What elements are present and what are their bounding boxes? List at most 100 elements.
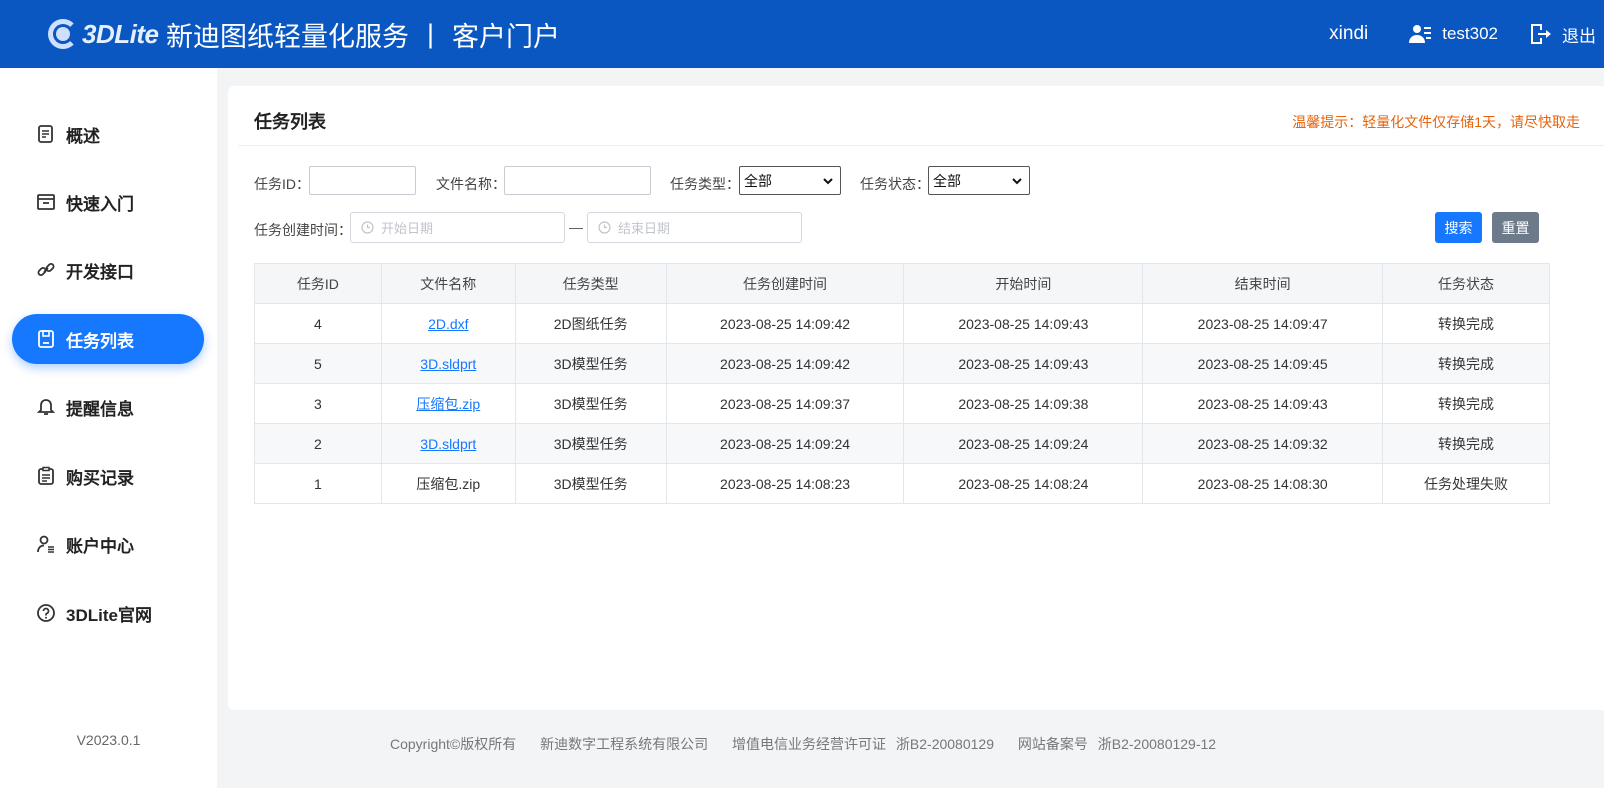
task-type-cell: 3D模型任务: [514, 423, 667, 464]
task-id-input[interactable]: [309, 166, 416, 195]
top-header: 3DLite 新迪图纸轻量化服务 | 客户门户 xindi test302 退出: [0, 0, 1604, 68]
start-time-cell: 2023-08-25 14:08:24: [903, 463, 1144, 504]
status-cell: 转换完成: [1382, 303, 1550, 344]
sidebar-item-tasks[interactable]: 任务列表: [12, 314, 204, 364]
status-cell: 转换完成: [1382, 343, 1550, 384]
column-header: 任务类型: [514, 263, 667, 304]
footer-copyright: Copyright©版权所有: [390, 736, 517, 752]
created-time-cell: 2023-08-25 14:08:23: [665, 463, 905, 504]
file-download-link[interactable]: 压缩包.zip: [416, 396, 480, 412]
file-download-link[interactable]: 2D.dxf: [428, 316, 468, 332]
sidebar-item-quickstart[interactable]: 快速入门: [12, 177, 204, 227]
file-name-cell: 压缩包.zip: [380, 463, 516, 504]
logout-icon: [1528, 22, 1552, 46]
user-icon: [36, 534, 56, 554]
page-title: 任务列表: [254, 112, 326, 132]
sidebar-item-label: 账户中心: [66, 536, 134, 556]
start-time-cell: 2023-08-25 14:09:43: [903, 303, 1144, 344]
task-type-cell: 3D模型任务: [514, 383, 667, 424]
chevron-down-icon: [823, 178, 833, 185]
task-status-select[interactable]: 全部: [928, 166, 1030, 195]
footer-icp-number[interactable]: 浙B2-20080129-12: [1098, 736, 1216, 752]
user-card-icon: [1408, 22, 1432, 46]
column-header: 任务状态: [1382, 263, 1550, 304]
file-name-input[interactable]: [504, 166, 651, 195]
create-time-label: 任务创建时间：: [254, 222, 352, 238]
end-time-cell: 2023-08-25 14:09:32: [1142, 423, 1384, 464]
logo-text: 3DLite: [82, 18, 159, 49]
help-icon: [36, 603, 56, 623]
task-type-label: 任务类型：: [670, 176, 740, 192]
task-type-cell: 3D模型任务: [514, 343, 667, 384]
column-header: 开始时间: [903, 263, 1144, 304]
bell-icon: [36, 397, 56, 417]
logo[interactable]: 3DLite: [48, 14, 159, 54]
file-download-link[interactable]: 3D.sldprt: [420, 356, 476, 372]
sidebar-item-notifications[interactable]: 提醒信息: [12, 382, 204, 432]
sidebar-item-label: 任务列表: [66, 331, 134, 351]
box-icon: [36, 192, 56, 212]
start-date-input[interactable]: 开始日期: [350, 212, 565, 243]
clock-icon: [361, 221, 374, 234]
file-download-link[interactable]: 3D.sldprt: [420, 436, 476, 452]
start-date-placeholder: 开始日期: [381, 221, 434, 236]
task-type-select[interactable]: 全部: [739, 166, 841, 195]
column-header: 文件名称: [380, 263, 516, 304]
task-type-cell: 3D模型任务: [514, 463, 667, 504]
sidebar-item-label: 快速入门: [66, 194, 134, 214]
account-name: test302: [1442, 24, 1498, 43]
sidebar-item-api[interactable]: 开发接口: [12, 245, 204, 295]
header-right: xindi test302 退出: [1329, 0, 1604, 68]
column-header: 任务ID: [254, 263, 382, 304]
search-button[interactable]: 搜索: [1435, 212, 1482, 243]
sidebar-item-account-center[interactable]: 账户中心: [12, 519, 204, 569]
table-row: 2 3D.sldprt 3D模型任务 2023-08-25 14:09:24 2…: [254, 423, 1550, 464]
created-time-cell: 2023-08-25 14:09:37: [665, 383, 905, 424]
footer-license-number[interactable]: 浙B2-20080129: [896, 736, 994, 752]
task-id-label: 任务ID：: [254, 176, 310, 192]
clipboard-icon: [36, 466, 56, 486]
footer: Copyright©版权所有 新迪数字工程系统有限公司 增值电信业务经营许可证 …: [390, 734, 1236, 754]
task-id-cell: 5: [254, 343, 382, 384]
service-title: 新迪图纸轻量化服务: [166, 22, 409, 52]
end-time-cell: 2023-08-25 14:08:30: [1142, 463, 1384, 504]
sidebar: 概述 快速入门 开发接口 任务列表 提醒信息 购买记录 账户中心 3DLite官…: [0, 68, 217, 788]
username: xindi: [1329, 23, 1369, 44]
end-date-input[interactable]: 结束日期: [587, 212, 802, 243]
footer-license-label: 增值电信业务经营许可证: [732, 736, 887, 752]
start-time-cell: 2023-08-25 14:09:24: [903, 423, 1144, 464]
file-name-cell: 2D.dxf: [380, 303, 516, 344]
logout-label: 退出: [1562, 26, 1596, 46]
start-time-cell: 2023-08-25 14:09:43: [903, 343, 1144, 384]
sidebar-item-purchases[interactable]: 购买记录: [12, 451, 204, 501]
file-name-cell: 压缩包.zip: [380, 383, 516, 424]
task-status-label: 任务状态：: [860, 176, 930, 192]
task-id-cell: 4: [254, 303, 382, 344]
task-type-cell: 2D图纸任务: [514, 303, 667, 344]
logo-mark-icon: [48, 19, 78, 49]
end-time-cell: 2023-08-25 14:09:43: [1142, 383, 1384, 424]
divider: [238, 145, 1604, 146]
date-range-separator: —: [569, 219, 583, 235]
sidebar-item-overview[interactable]: 概述: [12, 109, 204, 159]
task-list-panel: 任务列表 温馨提示：轻量化文件仅存储1天，请尽快取走 任务ID： 文件名称： 任…: [228, 86, 1604, 710]
end-time-cell: 2023-08-25 14:09:45: [1142, 343, 1384, 384]
clock-icon: [598, 221, 611, 234]
file-name-label: 文件名称：: [436, 176, 506, 192]
title-separator: |: [427, 19, 435, 49]
logout-button[interactable]: 退出: [1528, 22, 1596, 47]
table-row: 5 3D.sldprt 3D模型任务 2023-08-25 14:09:42 2…: [254, 343, 1550, 384]
task-id-cell: 3: [254, 383, 382, 424]
task-type-value: 全部: [744, 172, 772, 189]
task-status-value: 全部: [933, 172, 961, 189]
start-time-cell: 2023-08-25 14:09:38: [903, 383, 1144, 424]
sidebar-item-website[interactable]: 3DLite官网: [12, 588, 204, 638]
status-cell: 转换完成: [1382, 383, 1550, 424]
created-time-cell: 2023-08-25 14:09:24: [665, 423, 905, 464]
sidebar-item-label: 购买记录: [66, 468, 134, 488]
column-header: 任务创建时间: [665, 263, 905, 304]
reset-button[interactable]: 重置: [1492, 212, 1539, 243]
storage-tip: 温馨提示：轻量化文件仅存储1天，请尽快取走: [1292, 114, 1580, 130]
account-link[interactable]: test302: [1408, 22, 1498, 46]
end-date-placeholder: 结束日期: [618, 221, 671, 236]
